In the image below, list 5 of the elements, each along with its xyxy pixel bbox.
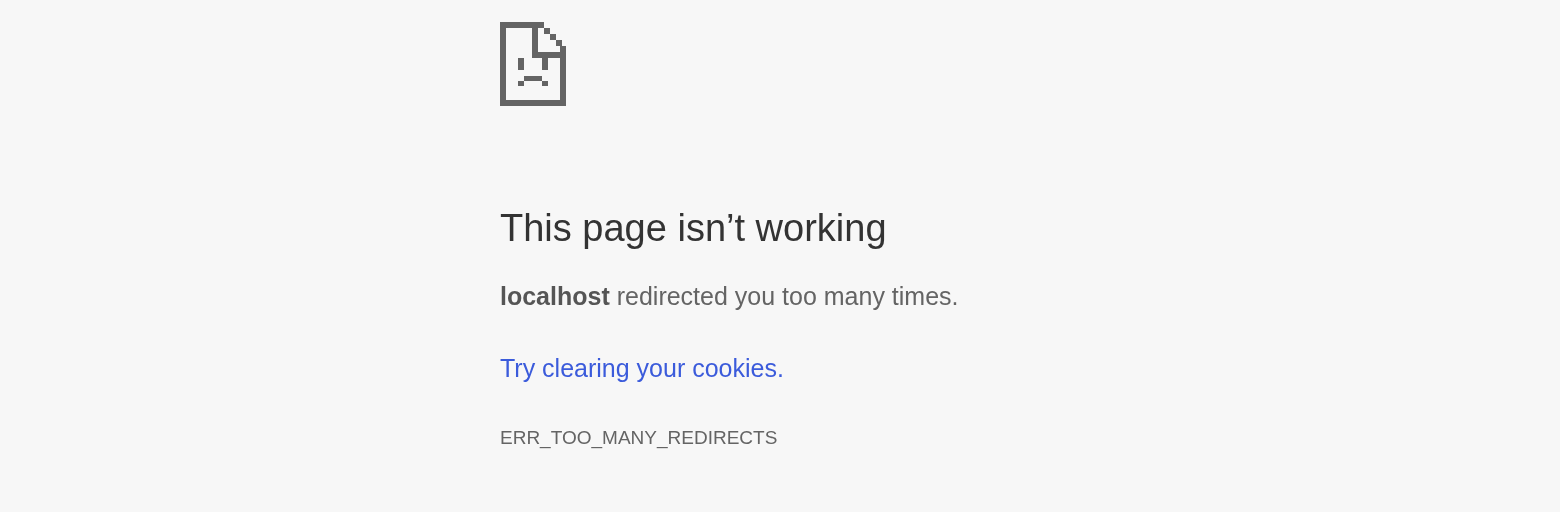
clear-cookies-link[interactable]: Try clearing your cookies. bbox=[500, 352, 784, 384]
error-heading: This page isn’t working bbox=[500, 206, 887, 251]
error-message: localhost redirected you too many times. bbox=[500, 281, 959, 312]
error-code: ERR_TOO_MANY_REDIRECTS bbox=[500, 426, 778, 450]
sad-page-icon bbox=[500, 22, 566, 106]
